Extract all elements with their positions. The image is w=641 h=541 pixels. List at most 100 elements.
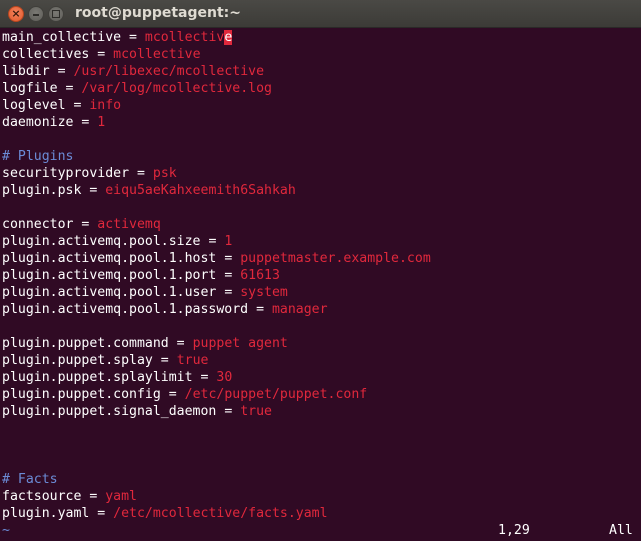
minimize-icon [33, 14, 39, 16]
equals-sign: = [160, 387, 185, 402]
minimize-button[interactable] [28, 6, 44, 22]
comment-line: # Facts [2, 472, 58, 487]
editor-line: daemonize = 1 [2, 114, 639, 131]
config-key: loglevel [2, 98, 66, 113]
editor-line: plugin.puppet.signal_daemon = true [2, 403, 639, 420]
editor-line: plugin.activemq.pool.1.port = 61613 [2, 267, 639, 284]
equals-sign: = [200, 234, 225, 249]
text-cursor: e [224, 30, 233, 45]
window-title: root@puppetagent:~ [75, 5, 242, 21]
maximize-button[interactable] [48, 6, 64, 22]
editor-line: # Plugins [2, 148, 639, 165]
config-key: factsource [2, 489, 82, 504]
equals-sign: = [216, 285, 241, 300]
editor-line: main_collective = mcollective [2, 29, 639, 46]
editor-line: securityprovider = psk [2, 165, 639, 182]
config-value: manager [271, 302, 328, 317]
editor-line: loglevel = info [2, 97, 639, 114]
comment-line: # Plugins [2, 149, 74, 164]
title-bar: × root@puppetagent:~ [0, 0, 641, 28]
config-key: plugin.puppet.splay [2, 353, 153, 368]
config-value: 1 [97, 115, 106, 130]
equals-sign: = [89, 47, 114, 62]
config-key: plugin.activemq.pool.1.host [2, 251, 217, 266]
config-key: plugin.activemq.pool.1.port [2, 268, 217, 283]
equals-sign: = [216, 404, 241, 419]
config-key: securityprovider [2, 166, 130, 181]
config-key: logfile [2, 81, 58, 96]
equals-sign: = [129, 166, 153, 181]
editor-line: plugin.activemq.pool.1.host = puppetmast… [2, 250, 639, 267]
equals-sign: = [168, 336, 193, 351]
editor-line: plugin.yaml = /etc/mcollective/facts.yam… [2, 505, 639, 522]
equals-sign: = [216, 251, 241, 266]
config-value: 1 [224, 234, 233, 249]
config-key: plugin.psk [2, 183, 82, 198]
config-key: daemonize [2, 115, 74, 130]
equals-sign: = [121, 30, 145, 45]
editor-line: collectives = mcollective [2, 46, 639, 63]
config-value: mcollective [113, 47, 201, 62]
equals-sign: = [89, 506, 114, 521]
config-value: puppet agent [192, 336, 288, 351]
config-value: info [89, 98, 122, 113]
config-value: 61613 [240, 268, 280, 283]
equals-sign: = [216, 268, 241, 283]
vim-status-line: 1,29 All [0, 522, 641, 539]
equals-sign: = [57, 81, 82, 96]
config-value: /etc/mcollective/facts.yaml [113, 506, 328, 521]
editor-line: libdir = /usr/libexec/mcollective [2, 63, 639, 80]
equals-sign: = [49, 64, 74, 79]
equals-sign: = [248, 302, 272, 317]
config-key: connector [2, 217, 74, 232]
config-value: mcollectiv [144, 30, 225, 45]
config-value: activemq [97, 217, 161, 232]
editor-line: connector = activemq [2, 216, 639, 233]
equals-sign: = [73, 217, 98, 232]
config-value: puppetmaster.example.com [240, 251, 431, 266]
config-value: yaml [105, 489, 137, 504]
config-value: 30 [216, 370, 233, 385]
config-value: true [176, 353, 209, 368]
equals-sign: = [152, 353, 177, 368]
config-value: system [240, 285, 288, 300]
config-value: /etc/puppet/puppet.conf [184, 387, 368, 402]
editor-line: plugin.puppet.config = /etc/puppet/puppe… [2, 386, 639, 403]
config-value: psk [152, 166, 177, 181]
config-key: plugin.puppet.signal_daemon [2, 404, 217, 419]
editor-line: plugin.puppet.splay = true [2, 352, 639, 369]
config-key: plugin.activemq.pool.1.password [2, 302, 249, 317]
editor-line: plugin.puppet.command = puppet agent [2, 335, 639, 352]
terminal-window: × root@puppetagent:~ main_collective = m… [0, 0, 641, 541]
config-key: libdir [2, 64, 50, 79]
editor-line: plugin.activemq.pool.1.user = system [2, 284, 639, 301]
config-key: plugin.puppet.command [2, 336, 169, 351]
close-button[interactable]: × [8, 6, 24, 22]
config-value: /usr/libexec/mcollective [73, 64, 265, 79]
equals-sign: = [192, 370, 217, 385]
config-key: main_collective [2, 30, 122, 45]
vim-editor-buffer[interactable]: main_collective = mcollective collectives… [2, 29, 639, 539]
scroll-indicator: All [609, 523, 633, 538]
maximize-icon [52, 10, 60, 18]
equals-sign: = [81, 183, 106, 198]
editor-line: plugin.puppet.splaylimit = 30 [2, 369, 639, 386]
editor-line: plugin.activemq.pool.size = 1 [2, 233, 639, 250]
editor-line: plugin.psk = eiqu5aeKahxeemith6Sahkah [2, 182, 639, 199]
config-value: true [240, 404, 272, 419]
editor-line: plugin.activemq.pool.1.password = manage… [2, 301, 639, 318]
config-key: plugin.puppet.splaylimit [2, 370, 193, 385]
editor-line: factsource = yaml [2, 488, 639, 505]
config-key: collectives [2, 47, 90, 62]
config-value: eiqu5aeKahxeemith6Sahkah [105, 183, 296, 198]
equals-sign: = [73, 115, 98, 130]
editor-line: # Facts [2, 471, 639, 488]
editor-line: logfile = /var/log/mcollective.log [2, 80, 639, 97]
config-key: plugin.yaml [2, 506, 90, 521]
close-icon: × [11, 7, 21, 20]
